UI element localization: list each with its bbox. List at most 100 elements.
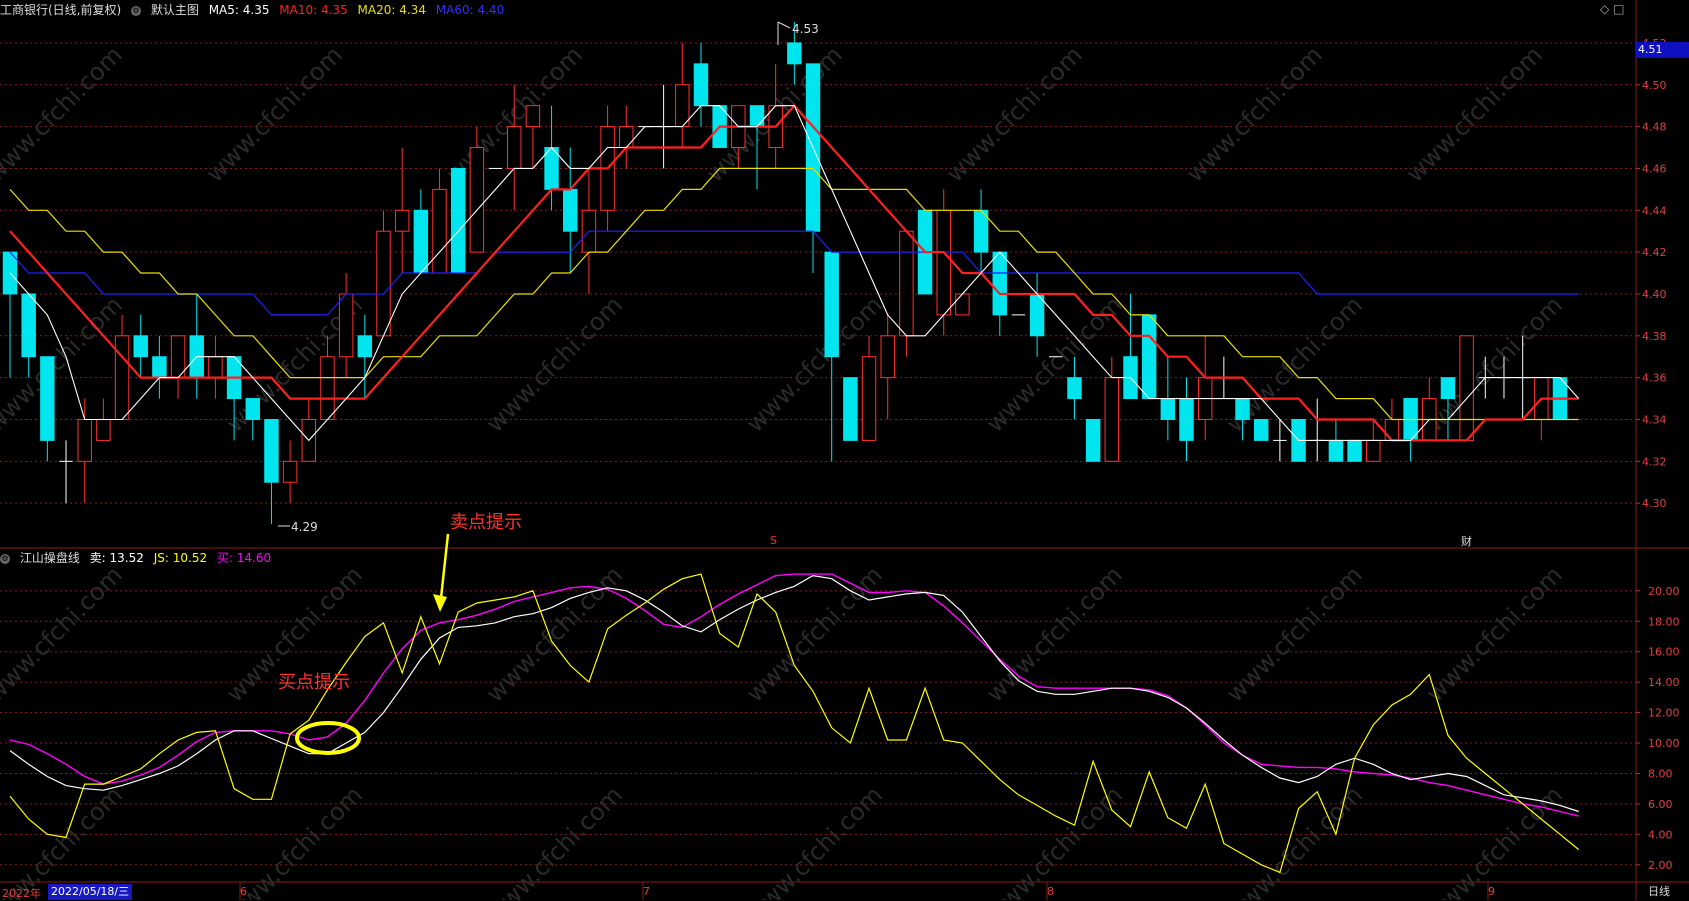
period-button[interactable]: 日线: [1648, 884, 1670, 900]
candle-body: [394, 209, 410, 232]
candle-body: [880, 335, 895, 379]
candle-body: [693, 63, 709, 107]
candle-body: [1104, 377, 1120, 462]
diamond-icon[interactable]: ◇: [1600, 2, 1609, 16]
buy-hint-label: 买点提示: [278, 672, 350, 693]
candle-body: [525, 105, 541, 128]
sub-y-tick-label: 20.00: [1648, 585, 1680, 598]
js-line: [9, 573, 1580, 874]
main-y-tick-label: 4.30: [1642, 497, 1667, 510]
candle-body: [936, 209, 951, 316]
candle-body: [77, 418, 92, 462]
candle-body: [1459, 335, 1474, 441]
candle-body: [544, 147, 559, 190]
candle-body: [1235, 398, 1250, 420]
ma10-value: MA10: 4.35: [279, 3, 348, 17]
candle-body: [450, 167, 466, 274]
watermark-text: www.cfchi.com: [1181, 41, 1328, 188]
square-icon[interactable]: □: [1613, 2, 1624, 16]
main-y-tick-label: 4.42: [1642, 246, 1667, 259]
finance-marker[interactable]: 财: [1461, 533, 1472, 549]
candle-body: [1384, 418, 1400, 441]
candle-body: [619, 126, 634, 149]
candle-body: [1179, 398, 1194, 441]
main-y-tick-label: 4.36: [1642, 372, 1667, 385]
ma20-value: MA20: 4.34: [357, 3, 426, 17]
candle-body: [843, 377, 858, 441]
candle-body: [506, 126, 522, 169]
indicator-settings-icon[interactable]: ⚙: [0, 553, 10, 564]
indicator-header: ⚙ 江山操盘线 卖: 13.52 JS: 10.52 买: 14.60: [0, 548, 277, 568]
candle-body: [469, 147, 485, 253]
ma5-value: MA5: 4.35: [208, 3, 270, 17]
main-y-tick-label: 4.50: [1642, 79, 1667, 92]
candle-body: [1440, 377, 1456, 400]
candle-body: [376, 230, 391, 337]
main-y-tick-label: 4.32: [1642, 455, 1667, 468]
candle-body: [413, 209, 429, 274]
window-controls: ◇ □: [1600, 2, 1624, 16]
sub-y-tick-label: 12.00: [1648, 707, 1680, 720]
candle-body: [40, 356, 55, 441]
watermark-text: www.cfchi.com: [741, 561, 888, 708]
sub-y-tick-label: 2.00: [1648, 859, 1673, 872]
candle-body: [899, 230, 914, 337]
main-y-tick-label: 4.44: [1642, 204, 1667, 217]
high-pointer-arrow: [777, 21, 791, 29]
js-value: JS: 10.52: [153, 551, 208, 565]
candle-body: [133, 335, 148, 358]
candle-body: [264, 418, 279, 483]
watermark-text: www.cfchi.com: [1221, 561, 1368, 708]
watermark-text: www.cfchi.com: [0, 561, 128, 708]
sell-value: 卖: 13.52: [89, 551, 144, 565]
year-label: 2022年: [2, 887, 41, 900]
chart-stage: 4.30 4.32 4.34 4.36 4.38 4.40 4.42 4.44 4.46 4.48…: [0, 0, 1689, 900]
settings-icon[interactable]: ⚙: [131, 5, 142, 16]
candle-body: [152, 356, 167, 379]
main-y-tick-label: 4.40: [1642, 288, 1667, 301]
watermark-text: www.cfchi.com: [481, 291, 628, 438]
candle-body: [1253, 418, 1269, 441]
candle-body: [1085, 418, 1101, 462]
sub-y-tick-label: 4.00: [1648, 828, 1673, 841]
candle-body: [114, 335, 130, 420]
candle-body: [170, 335, 186, 379]
main-y-tick-label: 4.48: [1642, 121, 1667, 134]
candle-body: [208, 356, 223, 379]
month-label-9: 9: [1488, 885, 1495, 898]
month-label-6: 6: [240, 885, 247, 898]
sub-y-tick-label: 18.00: [1648, 615, 1680, 628]
main-y-tick-label: 4.38: [1642, 330, 1667, 343]
candle-body: [338, 293, 354, 358]
candle-body: [96, 418, 111, 441]
candle-body: [245, 398, 260, 420]
candle-body: [1141, 314, 1157, 400]
kline-chart-svg[interactable]: 4.30 4.32 4.34 4.36 4.38 4.40 4.42 4.44 4.46 4.48…: [0, 0, 1689, 900]
sub-y-tick-label: 8.00: [1648, 767, 1673, 780]
candle-body: [992, 251, 1007, 316]
sell-hint-arrow-head: [433, 594, 447, 612]
watermark-text: www.cfchi.com: [0, 41, 128, 188]
candle-body: [1366, 439, 1381, 462]
sub-y-tick-label: 6.00: [1648, 798, 1673, 811]
watermark-text: www.cfchi.com: [941, 41, 1088, 188]
indicator-title[interactable]: 江山操盘线: [20, 551, 80, 565]
candle-body: [824, 251, 839, 358]
buy-value: 买: 14.60: [216, 551, 272, 565]
stock-title[interactable]: 工商银行(日线,前复权): [0, 3, 121, 17]
candle-body: [563, 188, 578, 232]
sell-hint-arrow-shaft: [439, 533, 450, 599]
date-cursor-box: 2022/05/18/三: [48, 884, 133, 900]
candle-body: [1029, 293, 1045, 337]
ex-rights-marker[interactable]: S: [770, 534, 777, 547]
candle-body: [1347, 439, 1362, 462]
buy-hint-ellipse: [295, 721, 361, 755]
candle-body: [973, 209, 989, 253]
watermark-text: www.cfchi.com: [1421, 561, 1568, 708]
candle-body: [282, 460, 298, 483]
chart-theme[interactable]: 默认主图: [151, 3, 199, 17]
month-label-7: 7: [643, 885, 650, 898]
ma60-value: MA60: 4.40: [435, 3, 505, 17]
candle-body: [749, 105, 765, 128]
low-price-label: 4.29: [291, 520, 318, 534]
